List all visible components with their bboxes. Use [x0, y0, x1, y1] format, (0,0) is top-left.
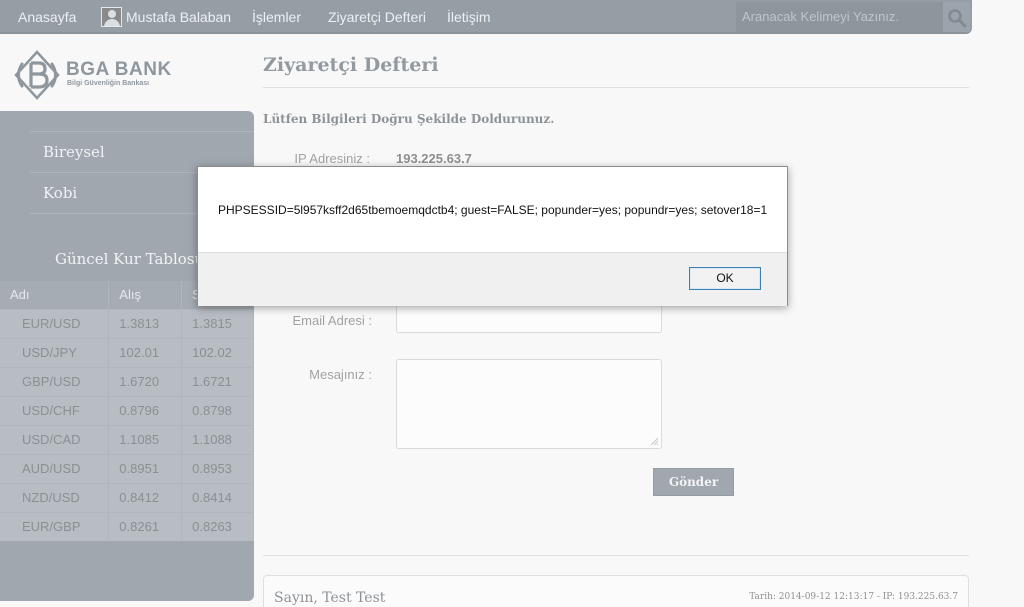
ok-button[interactable]: OK	[689, 267, 761, 290]
alert-footer: OK	[198, 252, 787, 306]
alert-dialog: PHPSESSID=5l957ksff2d65tbemoemqdctb4; gu…	[197, 166, 788, 306]
alert-message: PHPSESSID=5l957ksff2d65tbemoemqdctb4; gu…	[218, 203, 768, 217]
